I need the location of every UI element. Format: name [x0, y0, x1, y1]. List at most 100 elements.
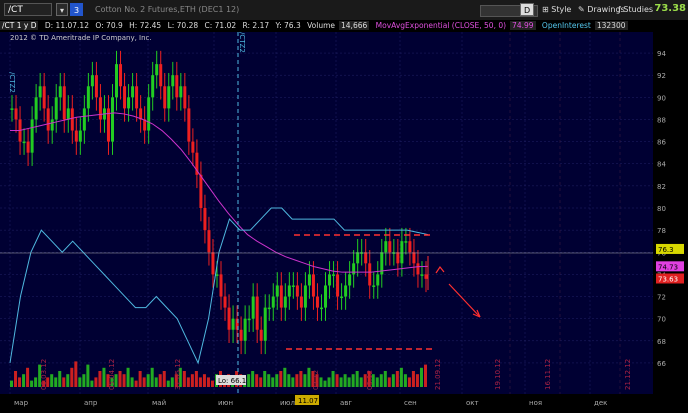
volume-bar [122, 374, 126, 387]
symbol-dropdown-button[interactable]: ▾ [56, 3, 69, 16]
volume-bar [331, 371, 335, 387]
price-badge-label: 74.73 [658, 263, 678, 271]
volume-bar [98, 371, 102, 387]
candle-body [115, 64, 119, 98]
volume-bar [134, 380, 138, 387]
candle-body [315, 296, 319, 308]
volume-bar [279, 371, 283, 387]
candle-body [340, 296, 344, 299]
candle-body [348, 274, 352, 286]
oi-label[interactable]: OpenInterest [542, 21, 591, 30]
price-axis-label: 82 [657, 183, 666, 191]
month-label: июл [280, 399, 295, 407]
volume-bar [82, 374, 86, 387]
candle-body [408, 241, 412, 253]
last-price: 73.38 [654, 3, 686, 14]
close-value: C: 71.02 [204, 21, 237, 30]
candle-body [119, 64, 123, 87]
info-bar: /CT 1 y D D: 11.07.12 O: 70.9 H: 72.45 L… [0, 20, 688, 32]
candle-body [396, 252, 400, 264]
volume-bar [271, 377, 275, 387]
price-axis-label: 80 [657, 205, 666, 213]
vertical-date-label: 07.12 [312, 370, 320, 390]
candle-body [307, 274, 311, 286]
chart-area[interactable]: 2012 © TD Ameritrade IP Company, Inc. /C… [0, 32, 688, 410]
volume-bar [206, 377, 210, 387]
volume-bar [86, 364, 90, 387]
style-label: Style [551, 5, 572, 14]
volume-bar [283, 367, 287, 387]
volume-bar [295, 374, 299, 387]
candle-body [424, 274, 428, 279]
volume-bar [379, 374, 383, 387]
price-axis-label: 78 [657, 227, 666, 235]
candle-body [299, 296, 303, 308]
candle-body [151, 75, 155, 98]
candle-body [159, 64, 163, 87]
candle-body [275, 285, 279, 297]
vertical-date-label: 06.03.12 [40, 359, 48, 390]
symbol-period[interactable]: /CT 1 y D [0, 21, 39, 30]
volume-bar [287, 374, 291, 387]
candle-body [344, 285, 348, 297]
volume-bar [10, 380, 14, 387]
candle-body [311, 274, 315, 297]
volume-bar [210, 380, 214, 387]
volume-bar [130, 377, 134, 387]
volume-bar [251, 371, 255, 387]
candle-body [10, 108, 14, 110]
side-symbol-label: /CTZ2 [8, 72, 16, 93]
oi-value: 132300 [594, 21, 628, 30]
volume-bar [275, 374, 279, 387]
volume-bar [247, 374, 251, 387]
copyright: 2012 © TD Ameritrade IP Company, Inc. [10, 34, 152, 42]
volume-bar [66, 374, 70, 387]
candle-body [110, 97, 114, 142]
volume-bar [70, 367, 74, 387]
price-chart[interactable]: 2012 © TD Ameritrade IP Company, Inc. /C… [0, 32, 688, 410]
volume-bar [22, 374, 26, 387]
candle-body [54, 97, 58, 120]
candle-body [183, 86, 187, 109]
link-group-badge[interactable]: 3 [70, 3, 84, 16]
study-label[interactable]: MovAvgExponential (CLOSE, 50, 0) [376, 21, 506, 30]
volume-bar [62, 377, 66, 387]
candle-body [191, 141, 195, 153]
candle-body [50, 119, 54, 131]
price-axis: 949290888684828078767472706866 [653, 32, 688, 394]
plot-background [0, 32, 653, 394]
candle-body [227, 307, 231, 330]
price-badge-label: 76.3 [658, 246, 674, 254]
volume-bar [355, 371, 359, 387]
d-button[interactable]: D [520, 3, 535, 16]
style-icon: ⊞ [542, 5, 549, 14]
candle-body [211, 252, 215, 275]
candle-body [328, 274, 332, 286]
volume-bar [351, 374, 355, 387]
volume-bar [407, 377, 411, 387]
candle-body [26, 141, 30, 153]
volume-bar [327, 377, 331, 387]
volume-bar [194, 371, 198, 387]
style-button[interactable]: ⊞ Style [542, 4, 571, 16]
volume-bar [126, 367, 130, 387]
candle-body [324, 285, 328, 308]
month-label: сен [404, 399, 417, 407]
candle-body [243, 318, 247, 341]
bar-date: D: 11.07.12 [44, 21, 89, 30]
month-label: мар [14, 399, 29, 407]
volume-bar [307, 367, 311, 387]
volume-bar [90, 380, 94, 387]
studies-button[interactable]: ƒ Studies [618, 4, 653, 16]
price-axis-label: 68 [657, 338, 666, 346]
pencil-icon: ✎ [578, 5, 585, 14]
candle-body [267, 307, 271, 310]
symbol-input[interactable]: /CT [4, 3, 52, 16]
candle-body [356, 252, 360, 264]
vertical-date-label: 31.05.12 [174, 359, 182, 390]
volume-bar [150, 367, 154, 387]
volume-bar [399, 367, 403, 387]
instrument-description: Cotton No. 2 Futures,ETH (DEC1 12) [95, 5, 240, 14]
volume-bar [74, 361, 78, 387]
vertical-date-label: 05.04.12 [108, 359, 116, 390]
